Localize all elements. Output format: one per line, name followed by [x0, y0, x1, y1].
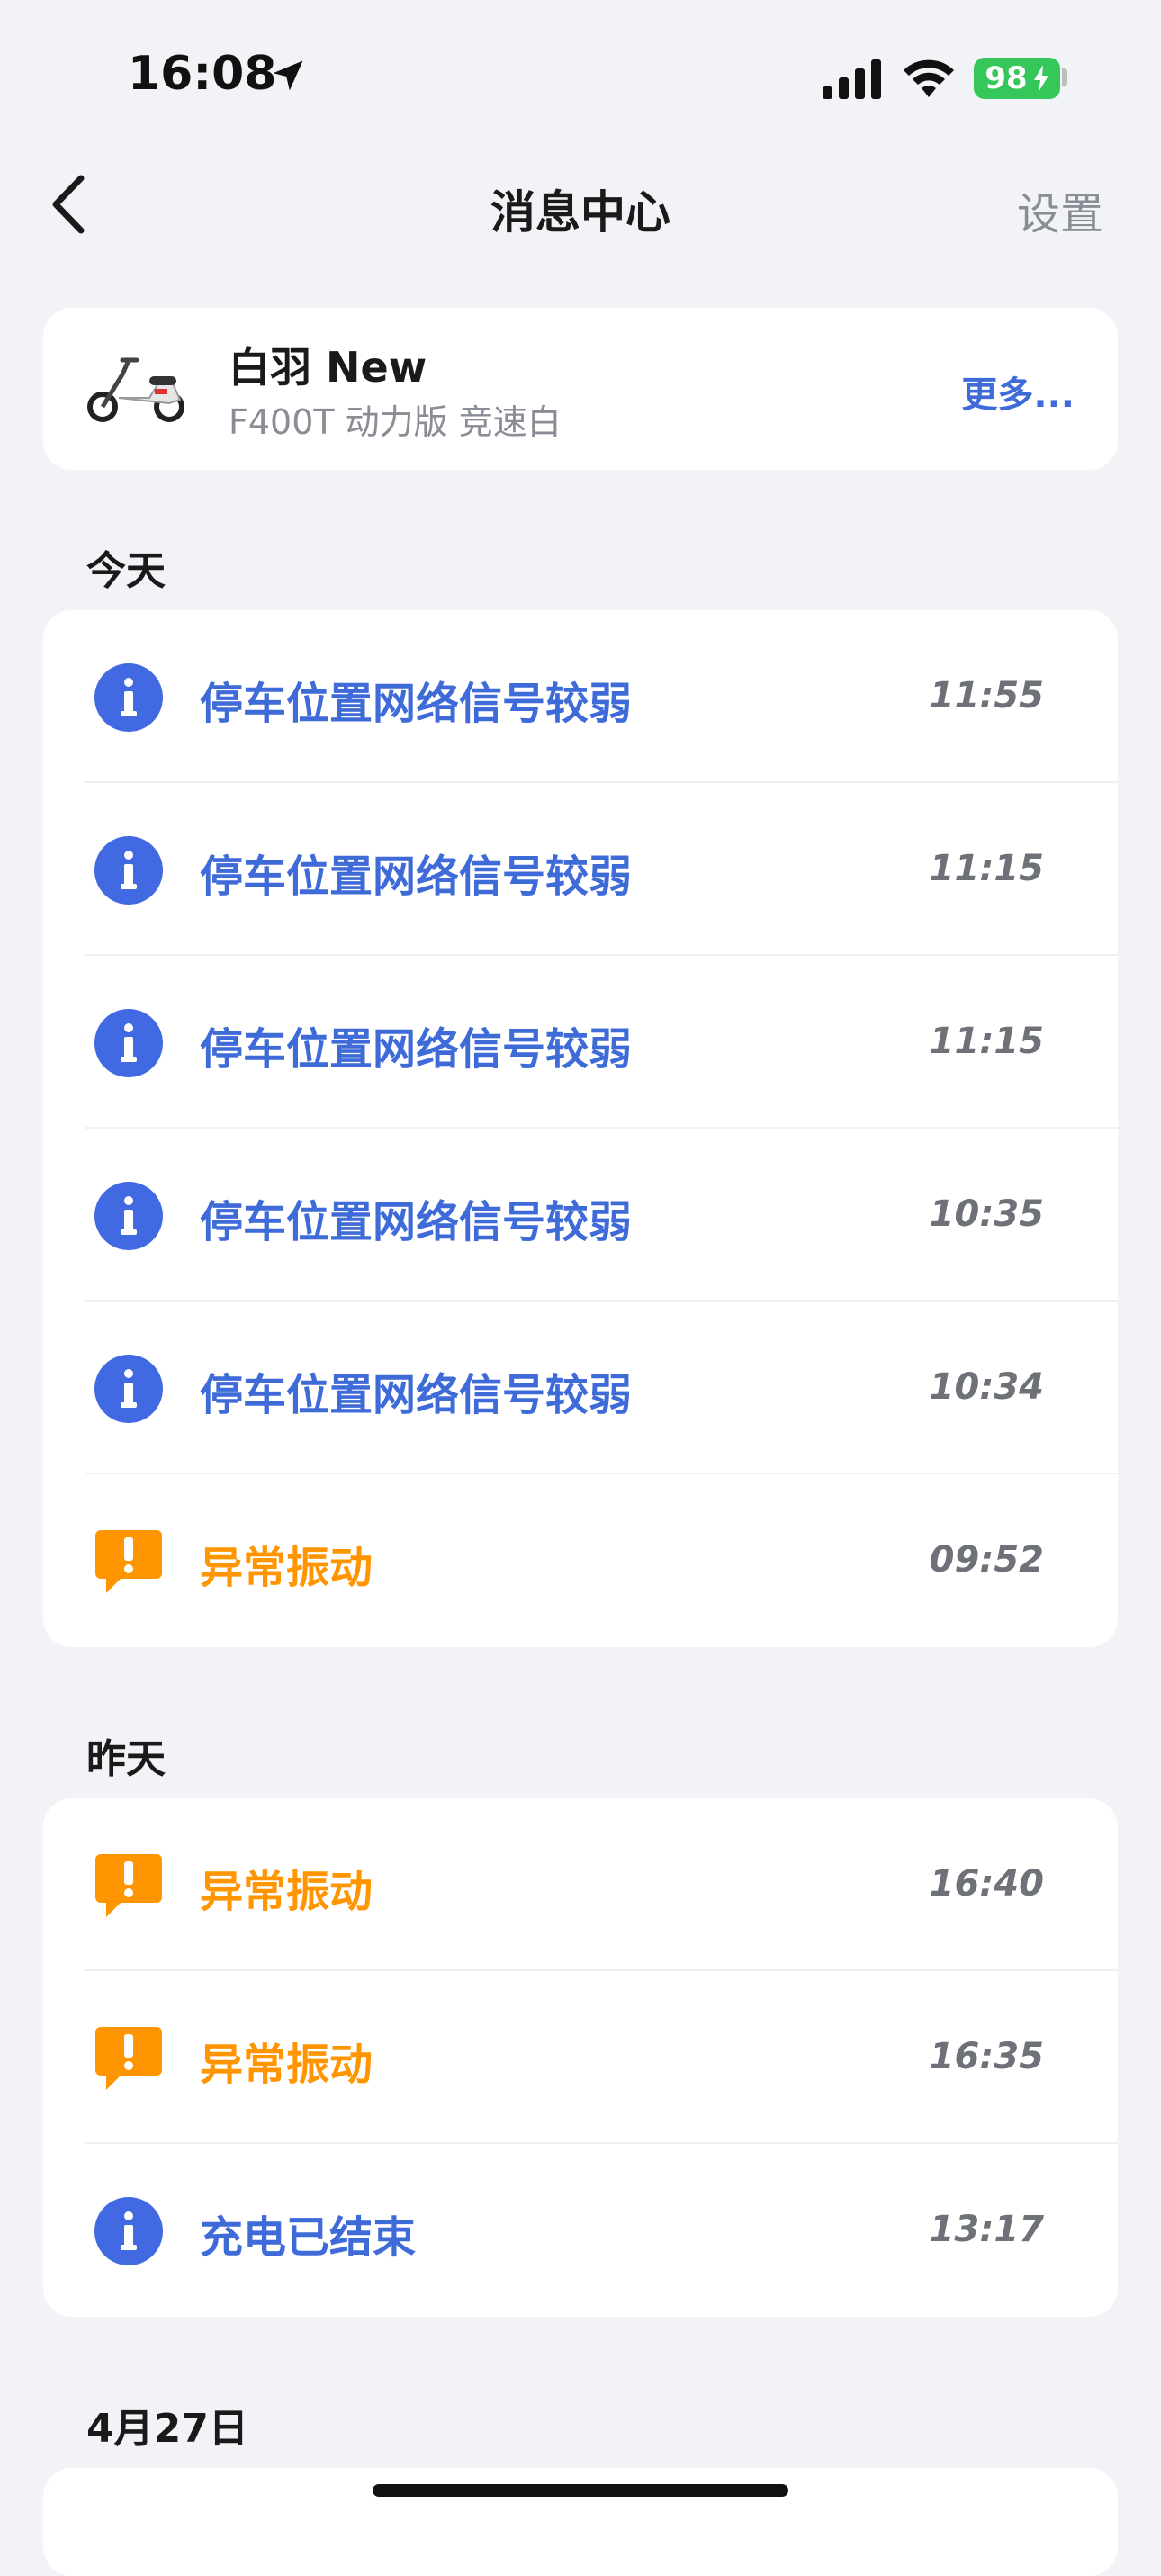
vehicle-name: 白羽 New: [229, 343, 428, 392]
message-title: 停车位置网络信号较弱: [200, 679, 633, 729]
scooter-image: [87, 356, 184, 422]
charging-bolt-icon: [1033, 65, 1048, 92]
message-title: 异常振动: [200, 1543, 374, 1593]
home-indicator: [373, 2484, 788, 2497]
more-button[interactable]: 更多...: [961, 365, 1075, 418]
message-title: 异常振动: [200, 2040, 374, 2090]
status-bar: 16:08 98: [0, 0, 1161, 153]
vehicle-card[interactable]: 白羽 New F400T 动力版 竞速白 更多...: [43, 308, 1118, 470]
message-title: 停车位置网络信号较弱: [200, 851, 633, 902]
warning-bubble-icon: [95, 1854, 162, 1917]
message-time: 11:15: [929, 1021, 1044, 1062]
battery-icon: 98: [974, 58, 1060, 99]
warning-bubble-icon: [95, 2027, 162, 2090]
settings-button[interactable]: 设置: [1017, 178, 1103, 241]
section-header-today: 今天: [86, 548, 166, 594]
message-time: 16:35: [929, 2036, 1044, 2077]
message-title: 停车位置网络信号较弱: [200, 1197, 633, 1247]
info-circle-icon: [94, 1009, 163, 1077]
info-circle-icon: [94, 836, 163, 905]
message-title: 充电已结束: [200, 2212, 417, 2263]
info-circle-icon: [94, 1355, 163, 1423]
message-title: 停车位置网络信号较弱: [200, 1024, 633, 1075]
message-row[interactable]: 异常振动 16:35: [43, 1971, 1118, 2144]
message-row[interactable]: 停车位置网络信号较弱 11:15: [43, 783, 1118, 956]
location-arrow-icon: [273, 60, 303, 91]
message-row[interactable]: 停车位置网络信号较弱 10:35: [43, 1129, 1118, 1302]
section-header-date: 4月27日: [86, 2406, 248, 2452]
message-list-today: 停车位置网络信号较弱 11:55 停车位置网络信号较弱 11:15 停车位置网络…: [43, 610, 1118, 1647]
warning-bubble-icon: [95, 1530, 162, 1593]
message-row[interactable]: 停车位置网络信号较弱 11:15: [43, 956, 1118, 1129]
message-row[interactable]: 停车位置网络信号较弱 10:34: [43, 1302, 1118, 1474]
vehicle-model: F400T 动力版 竞速白: [229, 402, 562, 442]
message-time: 11:55: [929, 675, 1044, 716]
info-circle-icon: [94, 2197, 163, 2265]
message-row[interactable]: 异常振动 16:40: [43, 1798, 1118, 1971]
section-header-yesterday: 昨天: [86, 1736, 166, 1782]
message-list-yesterday: 异常振动 16:40 异常振动 16:35 充电已结束 13:17: [43, 1798, 1118, 2317]
message-time: 16:40: [929, 1863, 1044, 1905]
message-time: 10:34: [929, 1366, 1044, 1408]
message-row[interactable]: 充电已结束 13:17: [43, 2144, 1118, 2317]
message-row[interactable]: 异常振动 09:52: [43, 1474, 1118, 1647]
message-time: 10:35: [929, 1193, 1044, 1235]
message-title: 异常振动: [200, 1867, 374, 1917]
message-title: 停车位置网络信号较弱: [200, 1370, 633, 1420]
page-title: 消息中心: [490, 186, 670, 239]
status-time: 16:08: [128, 47, 277, 101]
message-time: 13:17: [929, 2209, 1044, 2250]
message-row[interactable]: 停车位置网络信号较弱 11:55: [43, 610, 1118, 783]
battery-level: 98: [985, 60, 1028, 96]
message-time: 11:15: [929, 848, 1044, 889]
info-circle-icon: [94, 663, 163, 732]
message-time: 09:52: [929, 1539, 1044, 1581]
battery-tip: [1062, 68, 1067, 86]
info-circle-icon: [94, 1182, 163, 1250]
cellular-signal-icon: [823, 59, 881, 99]
wifi-icon: [904, 59, 954, 97]
